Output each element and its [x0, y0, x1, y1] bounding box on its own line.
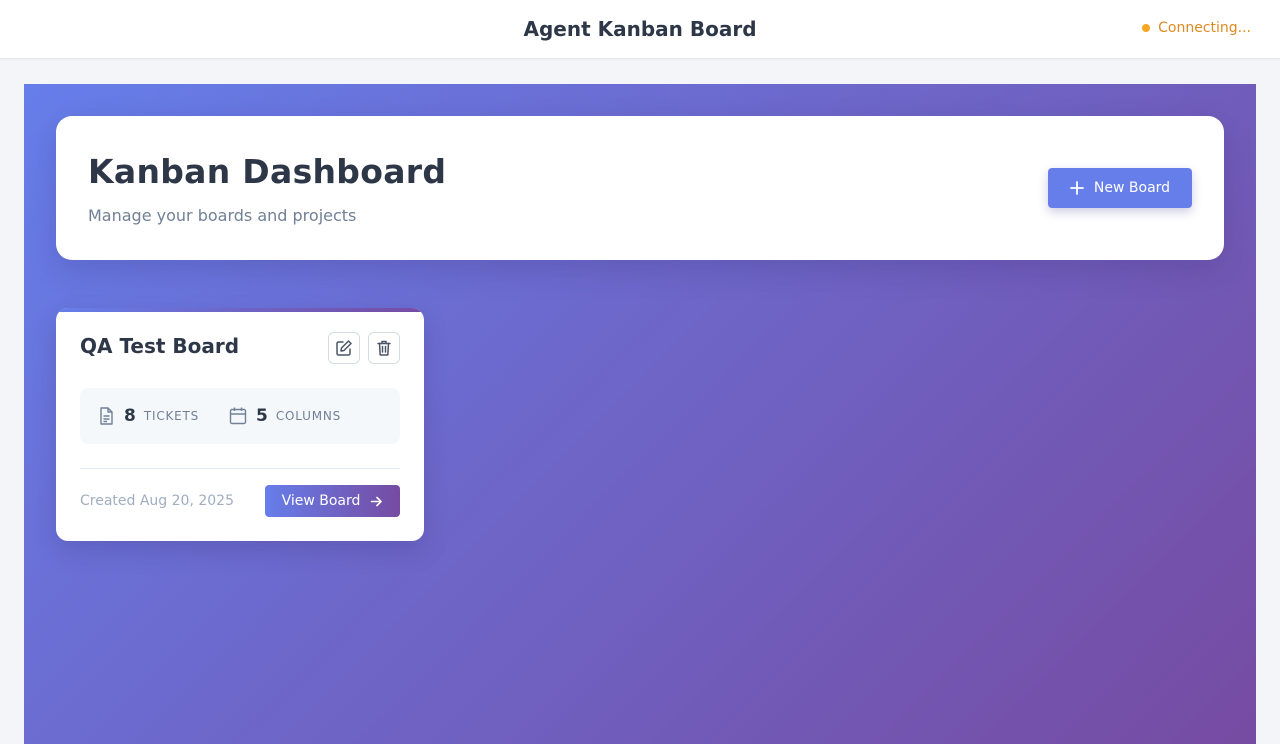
plus-icon: [1070, 181, 1084, 195]
columns-label: COLUMNS: [275, 409, 342, 423]
dashboard-header: Kanban Dashboard Manage your boards and …: [56, 116, 1224, 260]
delete-board-button[interactable]: [368, 332, 400, 364]
new-board-label: New Board: [1093, 180, 1171, 196]
tickets-stat: 8 TICKETS: [96, 388, 199, 444]
trash-icon: [377, 340, 391, 356]
new-board-button[interactable]: New Board: [1048, 168, 1192, 208]
board-stats: 8 TICKETS 5 COLUMNS: [80, 388, 400, 444]
top-bar: Agent Kanban Board Connecting...: [0, 0, 1280, 59]
board-created-date: Created Aug 20, 2025: [80, 493, 234, 509]
columns-count: 5: [256, 406, 268, 426]
view-board-label: View Board: [281, 493, 361, 509]
document-icon: [100, 407, 113, 425]
page-subtitle: Manage your boards and projects: [88, 206, 357, 225]
dashboard-area: Kanban Dashboard Manage your boards and …: [24, 84, 1256, 744]
edit-board-button[interactable]: [328, 332, 360, 364]
card-accent-bar: [56, 308, 424, 312]
view-board-button[interactable]: View Board: [265, 485, 400, 517]
app-title: Agent Kanban Board: [523, 17, 757, 41]
page-title: Kanban Dashboard: [88, 152, 447, 191]
connection-status: Connecting...: [1142, 20, 1251, 36]
columns-stat: 5 COLUMNS: [228, 388, 341, 444]
status-dot-icon: [1142, 24, 1151, 32]
connection-status-text: Connecting...: [1158, 20, 1251, 36]
board-title: QA Test Board: [80, 334, 240, 358]
board-card[interactable]: QA Test Board 8 TICKETS 5 COLUMNS Create…: [56, 308, 424, 541]
tickets-count: 8: [124, 406, 136, 426]
calendar-icon: [229, 407, 247, 425]
tickets-label: TICKETS: [143, 409, 200, 423]
edit-icon: [336, 340, 352, 356]
card-divider: [80, 468, 400, 469]
arrow-right-icon: [371, 496, 383, 506]
